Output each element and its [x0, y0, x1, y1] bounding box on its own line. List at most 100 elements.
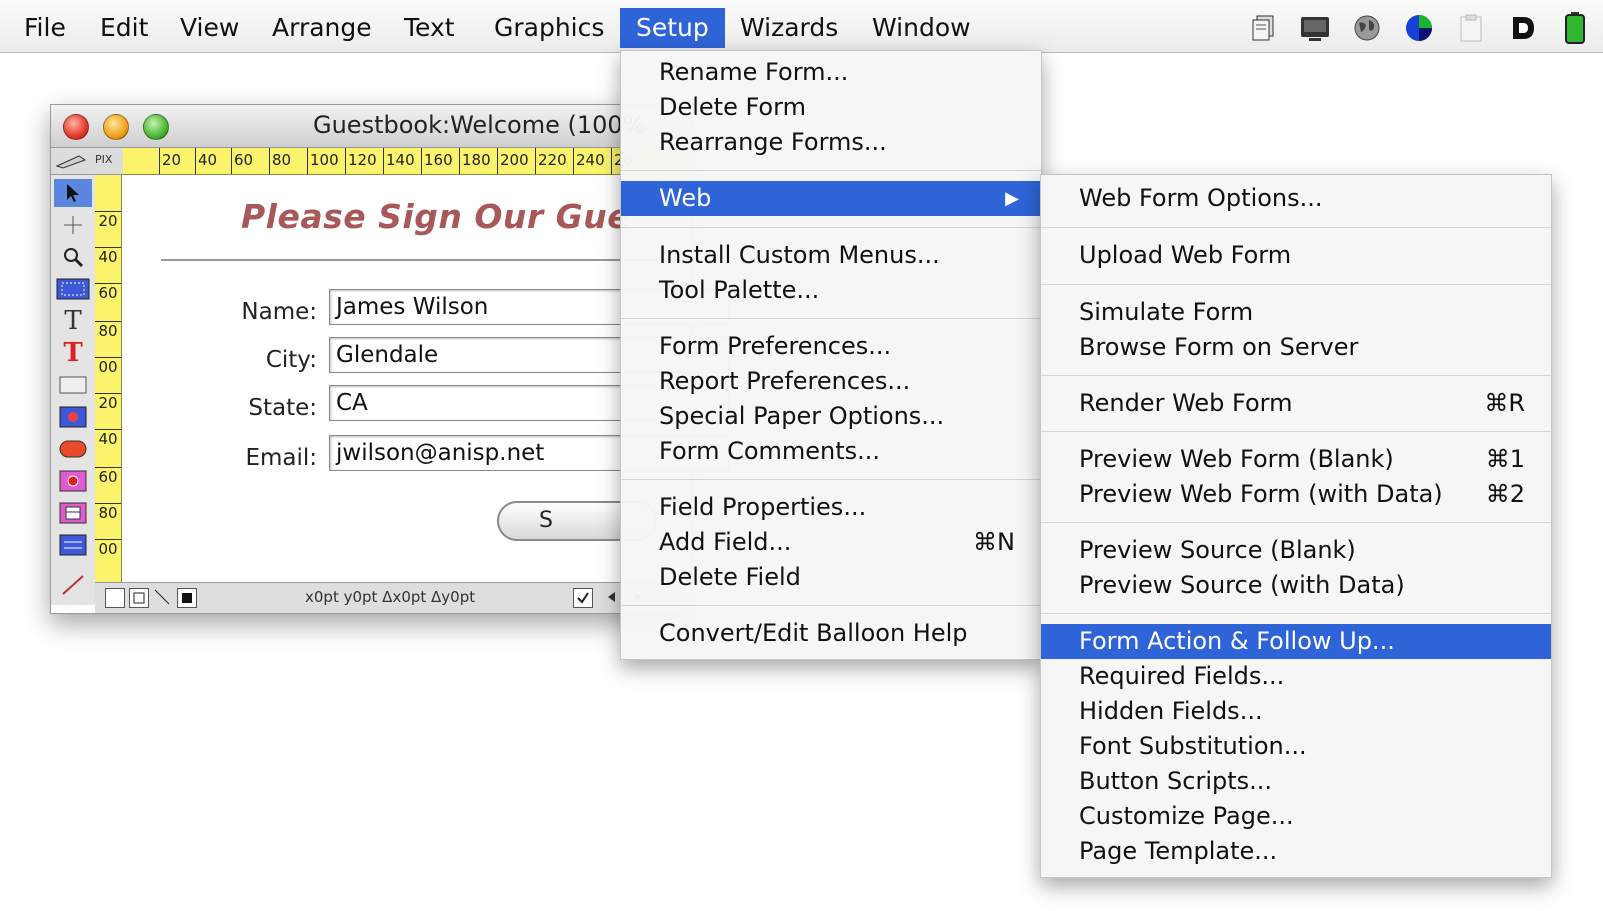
- menu-item-report-preferences[interactable]: Report Preferences...: [621, 364, 1041, 399]
- text-tool-icon[interactable]: T: [54, 306, 92, 336]
- ruler-tool-icon[interactable]: [55, 152, 89, 170]
- menu-file[interactable]: File: [8, 8, 82, 48]
- menu-item-hidden-fields[interactable]: Hidden Fields...: [1041, 694, 1551, 729]
- menu-item-form-comments[interactable]: Form Comments...: [621, 434, 1041, 469]
- menu-item-delete-field[interactable]: Delete Field: [621, 560, 1041, 595]
- menu-window[interactable]: Window: [856, 8, 987, 48]
- battery-icon[interactable]: [1559, 12, 1591, 44]
- menu-item-install-custom-menus[interactable]: Install Custom Menus...: [621, 238, 1041, 273]
- menu-item-preview-web-form-blank[interactable]: Preview Web Form (Blank) ⌘1: [1041, 442, 1551, 477]
- ruler-tick: 20: [95, 211, 121, 230]
- line-tool-icon[interactable]: [54, 571, 92, 599]
- menu-item-web[interactable]: Web ▶: [621, 181, 1041, 216]
- menu-separator: [621, 479, 1041, 480]
- image-tool-icon[interactable]: [54, 403, 92, 431]
- menu-item-label: Add Field...: [659, 528, 792, 556]
- menu-item-label: Render Web Form: [1079, 389, 1293, 417]
- ruler-tick: 200: [497, 148, 529, 174]
- menu-item-tool-palette[interactable]: Tool Palette...: [621, 273, 1041, 308]
- menu-separator: [621, 170, 1041, 171]
- rectangle-tool-icon[interactable]: [54, 371, 92, 399]
- menu-item-render-web-form[interactable]: Render Web Form ⌘R: [1041, 386, 1551, 421]
- ruler-tick: 40: [95, 247, 121, 266]
- menu-item-rename-form[interactable]: Rename Form...: [621, 55, 1041, 90]
- zoom-button[interactable]: [143, 114, 169, 140]
- crosshair-tool-icon[interactable]: [54, 211, 92, 239]
- email-label: Email:: [245, 445, 317, 471]
- ruler-tick: 140: [383, 148, 415, 174]
- menu-item-web-form-options[interactable]: Web Form Options...: [1041, 181, 1551, 216]
- menu-item-browse-form-on-server[interactable]: Browse Form on Server: [1041, 330, 1551, 365]
- menu-item-delete-form[interactable]: Delete Form: [621, 90, 1041, 125]
- ruler-tick: 60: [95, 467, 121, 486]
- ruler-tick: 100: [307, 148, 339, 174]
- menu-setup[interactable]: Setup: [620, 8, 725, 48]
- menu-item-upload-web-form[interactable]: Upload Web Form: [1041, 238, 1551, 273]
- menu-item-special-paper-options[interactable]: Special Paper Options...: [621, 399, 1041, 434]
- menu-edit[interactable]: Edit: [84, 8, 164, 48]
- pattern-swatch[interactable]: [129, 588, 149, 608]
- menu-item-customize-page[interactable]: Customize Page...: [1041, 799, 1551, 834]
- menu-item-simulate-form[interactable]: Simulate Form: [1041, 295, 1551, 330]
- submenu-arrow-icon: ▶: [1005, 188, 1019, 209]
- divider: [161, 259, 691, 261]
- window-titlebar[interactable]: Guestbook:Welcome (100%: [51, 105, 691, 148]
- line-style-icon[interactable]: [153, 588, 171, 606]
- font-d-icon[interactable]: [1507, 12, 1539, 44]
- menu-item-convert-balloon-help[interactable]: Convert/Edit Balloon Help: [621, 616, 1041, 651]
- magnifier-tool-icon[interactable]: [54, 243, 92, 271]
- text-object-tool-icon[interactable]: T: [54, 338, 92, 368]
- menu-separator: [1041, 227, 1551, 228]
- horizontal-ruler: 20 40 60 80 100 120 140 160 180 200 220 …: [123, 148, 691, 175]
- menu-separator: [1041, 431, 1551, 432]
- menu-separator: [1041, 613, 1551, 614]
- menu-item-preview-source-blank[interactable]: Preview Source (Blank): [1041, 533, 1551, 568]
- rounded-rect-tool-icon[interactable]: [54, 435, 92, 463]
- menu-item-add-field[interactable]: Add Field... ⌘N: [621, 525, 1041, 560]
- menu-item-field-properties[interactable]: Field Properties...: [621, 490, 1041, 525]
- pointer-tool-icon[interactable]: [54, 179, 92, 207]
- vertical-ruler: 20 40 60 80 00 20 40 60 80 00: [95, 175, 122, 605]
- menu-separator: [621, 605, 1041, 606]
- oval-tool-icon[interactable]: [54, 467, 92, 495]
- fill-swatch[interactable]: [105, 588, 125, 608]
- ruler-tick: 80: [95, 503, 121, 522]
- display-icon[interactable]: [1299, 12, 1331, 44]
- color-wheel-icon[interactable]: [1403, 12, 1435, 44]
- setup-menu: Rename Form... Delete Form Rearrange For…: [620, 50, 1042, 660]
- ruler-tick: 00: [95, 539, 121, 558]
- status-bar: x0pt y0pt Δx0pt Δy0pt: [95, 582, 691, 613]
- menu-item-required-fields[interactable]: Required Fields...: [1041, 659, 1551, 694]
- menu-item-font-substitution[interactable]: Font Substitution...: [1041, 729, 1551, 764]
- menu-item-preview-web-form-data[interactable]: Preview Web Form (with Data) ⌘2: [1041, 477, 1551, 512]
- menu-item-form-action-follow-up[interactable]: Form Action & Follow Up...: [1041, 624, 1551, 659]
- check-icon[interactable]: [573, 588, 593, 608]
- menu-item-label: Web: [659, 184, 712, 212]
- document-stack-icon[interactable]: [1247, 12, 1279, 44]
- list-tool-icon[interactable]: [54, 531, 92, 559]
- line-color-swatch[interactable]: [177, 588, 197, 608]
- close-button[interactable]: [63, 114, 89, 140]
- ruler-tick: 00: [95, 357, 121, 376]
- menu-item-rearrange-forms[interactable]: Rearrange Forms...: [621, 125, 1041, 160]
- menu-graphics[interactable]: Graphics: [478, 8, 620, 48]
- menu-text[interactable]: Text: [388, 8, 471, 48]
- menu-arrange[interactable]: Arrange: [256, 8, 388, 48]
- menu-item-button-scripts[interactable]: Button Scripts...: [1041, 764, 1551, 799]
- menu-wizards[interactable]: Wizards: [724, 8, 854, 48]
- clipboard-icon[interactable]: [1455, 12, 1487, 44]
- menu-item-form-preferences[interactable]: Form Preferences...: [621, 329, 1041, 364]
- menu-separator: [1041, 284, 1551, 285]
- minimize-button[interactable]: [103, 114, 129, 140]
- globe-icon[interactable]: [1351, 12, 1383, 44]
- ruler-tick: 20: [159, 148, 181, 174]
- ruler-tick: 180: [459, 148, 491, 174]
- menu-item-page-template[interactable]: Page Template...: [1041, 834, 1551, 869]
- state-label: State:: [248, 395, 317, 421]
- scroll-left-icon[interactable]: [603, 588, 621, 606]
- data-field-tool-icon[interactable]: [54, 275, 92, 303]
- popup-tool-icon[interactable]: [54, 499, 92, 527]
- menu-separator: [621, 227, 1041, 228]
- menu-view[interactable]: View: [164, 8, 255, 48]
- menu-item-preview-source-data[interactable]: Preview Source (with Data): [1041, 568, 1551, 603]
